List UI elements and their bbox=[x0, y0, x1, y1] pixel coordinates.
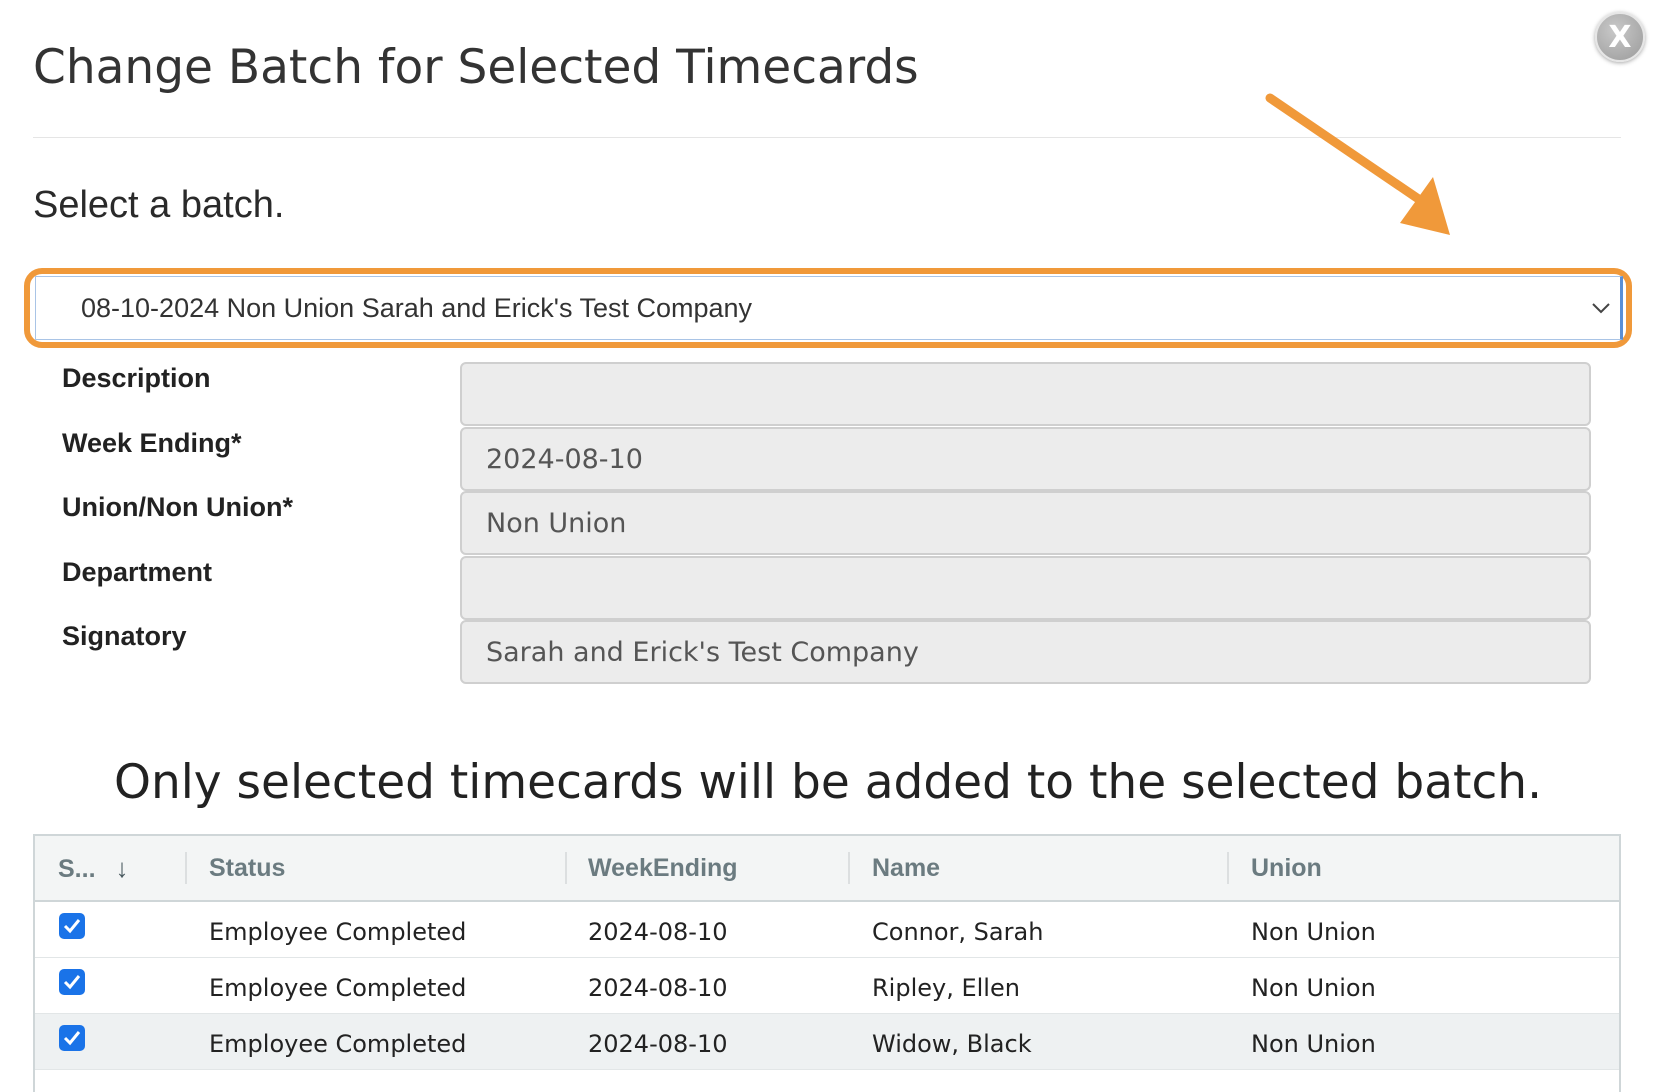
status-cell: Employee Completed bbox=[209, 974, 467, 1002]
column-header-label: S... bbox=[58, 855, 96, 883]
department-label: Department bbox=[62, 557, 213, 587]
column-header-status[interactable]: Status bbox=[209, 836, 285, 900]
checkmark-icon bbox=[63, 1031, 81, 1046]
batch-select[interactable]: 08-10-2024 Non Union Sarah and Erick's T… bbox=[35, 276, 1623, 340]
chevron-down-icon bbox=[1592, 303, 1610, 314]
union-label: Union/Non Union* bbox=[62, 492, 293, 522]
checkmark-icon bbox=[63, 919, 81, 934]
column-header-selected[interactable]: S... ↓ bbox=[58, 836, 129, 900]
union-cell: Non Union bbox=[1251, 1030, 1376, 1058]
table-row[interactable]: Employee Completed 2024-08-10 Ripley, El… bbox=[35, 958, 1619, 1014]
name-cell: Widow, Black bbox=[872, 1030, 1032, 1058]
batch-select-value: 08-10-2024 Non Union Sarah and Erick's T… bbox=[81, 293, 753, 323]
modal-title: Change Batch for Selected Timecards bbox=[33, 40, 919, 95]
week-ending-label: Week Ending* bbox=[62, 428, 242, 458]
timecards-table: S... ↓ Status WeekEnding Name Union Emplo… bbox=[33, 834, 1621, 1092]
weekending-cell: 2024-08-10 bbox=[588, 974, 728, 1002]
column-header-weekending[interactable]: WeekEnding bbox=[588, 836, 738, 900]
week-ending-field[interactable] bbox=[460, 427, 1591, 491]
checkmark-icon bbox=[63, 975, 81, 990]
name-cell: Connor, Sarah bbox=[872, 918, 1044, 946]
column-header-name[interactable]: Name bbox=[872, 836, 940, 900]
arrow-annotation-icon bbox=[1265, 93, 1450, 235]
column-separator bbox=[565, 852, 567, 884]
row-select-checkbox[interactable] bbox=[59, 913, 85, 939]
row-select-checkbox[interactable] bbox=[59, 1025, 85, 1051]
table-header: S... ↓ Status WeekEnding Name Union bbox=[35, 836, 1619, 902]
column-separator bbox=[185, 852, 187, 884]
row-select-checkbox[interactable] bbox=[59, 969, 85, 995]
weekending-cell: 2024-08-10 bbox=[588, 1030, 728, 1058]
status-cell: Employee Completed bbox=[209, 918, 467, 946]
description-field[interactable] bbox=[460, 362, 1591, 426]
signatory-field[interactable] bbox=[460, 620, 1591, 684]
union-cell: Non Union bbox=[1251, 918, 1376, 946]
select-batch-label: Select a batch. bbox=[33, 184, 285, 226]
column-separator bbox=[1227, 852, 1229, 884]
table-row[interactable]: Employee Completed 2024-08-10 Widow, Bla… bbox=[35, 1014, 1619, 1070]
table-row[interactable]: Employee Completed 2024-08-10 Connor, Sa… bbox=[35, 902, 1619, 958]
description-label: Description bbox=[62, 363, 211, 393]
close-button[interactable]: X bbox=[1595, 12, 1645, 62]
status-cell: Employee Completed bbox=[209, 1030, 467, 1058]
column-separator bbox=[848, 852, 850, 884]
column-header-union[interactable]: Union bbox=[1251, 836, 1322, 900]
selection-note: Only selected timecards will be added to… bbox=[113, 755, 1543, 810]
signatory-label: Signatory bbox=[62, 621, 187, 651]
weekending-cell: 2024-08-10 bbox=[588, 918, 728, 946]
name-cell: Ripley, Ellen bbox=[872, 974, 1020, 1002]
sort-down-arrow-icon: ↓ bbox=[115, 853, 129, 883]
close-icon: X bbox=[1608, 19, 1632, 55]
union-cell: Non Union bbox=[1251, 974, 1376, 1002]
department-field[interactable] bbox=[460, 556, 1591, 620]
union-field[interactable] bbox=[460, 491, 1591, 555]
